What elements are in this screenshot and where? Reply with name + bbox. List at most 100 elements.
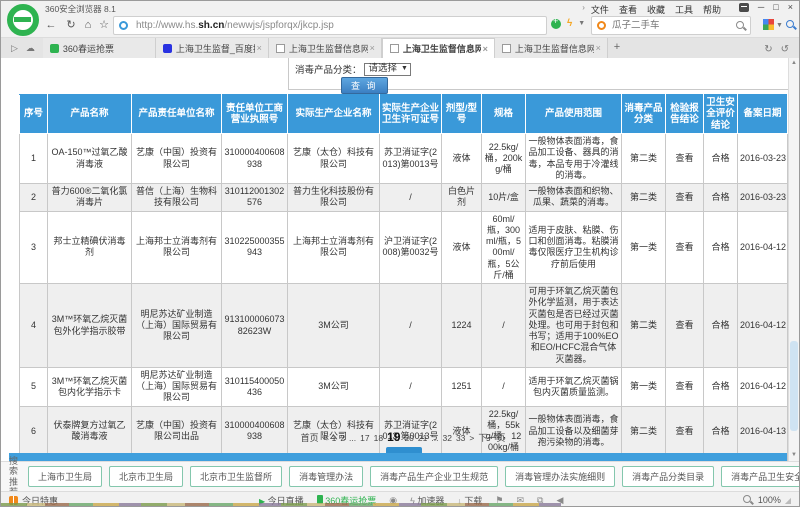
page-number[interactable]: 33 — [456, 433, 465, 443]
star-icon[interactable]: ☆ — [96, 17, 112, 33]
url-input[interactable]: http://www.hs.sh.cn/newwjs/jspforqx/jkcp… — [113, 16, 547, 35]
chevron-down-icon[interactable]: ▼ — [578, 20, 585, 27]
page-next-label[interactable]: 下一页 — [478, 433, 505, 443]
recommend-link[interactable]: 北京市卫生监督所 — [190, 466, 283, 487]
tab-close-icon[interactable]: × — [255, 43, 264, 53]
col-manufacturer: 实际生产企业名称 — [287, 93, 380, 135]
tab-label: 上海卫生监督信息网 — [402, 44, 481, 54]
cell-category: 第二类 — [621, 283, 666, 368]
search-input[interactable] — [612, 18, 727, 33]
scrollbar-thumb[interactable] — [790, 341, 798, 431]
minimize-button[interactable]: ─ — [758, 2, 764, 12]
recommend-link[interactable]: 消毒产品生产企业卫生规范 — [370, 466, 499, 487]
search-icon[interactable] — [735, 20, 747, 32]
recommend-link[interactable]: 消毒产品分类目录 — [622, 466, 715, 487]
new-tab-button[interactable]: + — [608, 38, 626, 58]
table-header-row: 序号 产品名称 产品责任单位名称 责任单位工商营业执照号 实际生产企业名称 实际生产企业卫… — [19, 93, 788, 135]
cell-form-model: 液体 — [441, 210, 482, 285]
page-number[interactable]: 21 — [418, 433, 427, 443]
tab-bar: ▷ ☁ 360春运抢票上海卫生监督_百度搜索×上海卫生监督信息网×上海卫生监督信… — [1, 38, 799, 58]
cell-hygiene-permit-no: / — [379, 366, 442, 407]
page-ellipsis: ... — [431, 433, 439, 443]
tabbar-left-tools: ▷ ☁ — [1, 43, 43, 58]
tab-close-icon[interactable]: × — [594, 43, 603, 53]
recommend-link[interactable]: 消毒管理办法 — [289, 466, 364, 487]
cell-report-link[interactable]: 查看 — [665, 366, 704, 407]
restore-tab-icon[interactable]: ↻ — [764, 44, 772, 55]
scroll-down-icon[interactable]: ▼ — [789, 450, 799, 461]
cell-product-name[interactable]: 3M™环氧乙烷灭菌包外化学指示胶带 — [47, 283, 132, 368]
maximize-button[interactable]: □ — [773, 2, 778, 12]
cell-product-name[interactable]: OA-150™过氧乙酸消毒液 — [47, 133, 132, 185]
page-number[interactable]: 2 — [340, 433, 345, 443]
home-icon[interactable]: ⌂ — [80, 17, 96, 33]
tab[interactable]: 上海卫生监督信息网 × — [494, 38, 608, 58]
page-prev[interactable]: < — [323, 433, 328, 443]
cell-usage-scope: 可用于环氧乙烷灭菌包外化学监测，用于表达灭菌包是否已经过灭菌处理。也可用于封包和… — [525, 283, 622, 368]
table-row: 2 普力600®二氧化氯消毒片 普信（上海）生物科技有限公司 310112001302… — [19, 183, 788, 212]
cell-responsible-unit: 上海邦士立消毒剂有限公司 — [131, 210, 222, 285]
browser-logo-icon[interactable] — [7, 4, 39, 36]
page-number[interactable]: 1 — [332, 433, 337, 443]
tab[interactable]: 360春运抢票 — [42, 38, 156, 58]
recommend-link[interactable]: 北京市卫生局 — [109, 466, 184, 487]
page-number[interactable]: 32 — [442, 433, 451, 443]
page-number[interactable]: 18 — [374, 433, 383, 443]
tab-label: 上海卫生监督信息网 — [514, 43, 594, 54]
collapse-icon[interactable]: ▷ — [11, 43, 18, 54]
cell-usage-scope: 适用于环氧乙烷灭菌锅包内灭菌质量监测。 — [525, 366, 622, 407]
cell-report-link[interactable]: 查看 — [665, 183, 704, 212]
refresh-icon[interactable]: ↻ — [63, 17, 79, 33]
cell-index: 5 — [19, 366, 48, 407]
lightning-icon[interactable]: ϟ — [567, 18, 572, 29]
apps-grid-icon[interactable] — [763, 19, 774, 30]
cell-product-name[interactable]: 普力600®二氧化氯消毒片 — [47, 183, 132, 212]
undo-close-icon[interactable]: ↺ — [781, 44, 789, 55]
query-button[interactable]: 查 询 — [341, 77, 388, 94]
zoom-control[interactable]: 100% ◢ — [742, 494, 791, 506]
cell-product-name[interactable]: 3M™环氧乙烷灭菌包内化学指示卡 — [47, 366, 132, 407]
cell-manufacturer: 上海邦士立消毒剂有限公司 — [287, 210, 380, 285]
recommend-link[interactable]: 消毒产品卫生安全评价规定 — [721, 466, 799, 487]
cell-report-link[interactable]: 查看 — [665, 133, 704, 185]
search-engine-icon[interactable] — [597, 21, 606, 30]
vertical-scrollbar[interactable]: ▲ ▼ — [788, 58, 799, 461]
speed-mode-icon[interactable] — [551, 16, 561, 29]
page-content: 消毒产品分类： 请选择 ▼ 查 询 序号 产品名称 产品责任单位名称 责任单位工商营业… — [1, 58, 799, 461]
tab[interactable]: 上海卫生监督_百度搜索× — [155, 38, 269, 58]
page-number[interactable]: 20 — [404, 433, 413, 443]
col-product-name: 产品名称 — [47, 93, 132, 135]
tab-close-icon[interactable]: × — [368, 43, 377, 53]
page-number[interactable]: 17 — [360, 433, 369, 443]
recommend-link[interactable]: 消毒管理办法实施细则 — [505, 466, 616, 487]
close-button[interactable]: × — [788, 2, 793, 12]
cloud-sync-icon[interactable]: ☁ — [26, 43, 35, 54]
category-select[interactable]: 请选择 ▼ — [363, 62, 411, 76]
recommend-link[interactable]: 上海市卫生局 — [28, 466, 103, 487]
cell-evaluation: 合格 — [703, 210, 738, 285]
tab[interactable]: 上海卫生监督信息网 × — [268, 38, 382, 58]
scroll-up-icon[interactable]: ▲ — [789, 58, 799, 69]
filter-row: 消毒产品分类： 请选择 ▼ — [295, 62, 411, 76]
cell-report-link[interactable]: 查看 — [665, 210, 704, 285]
cell-product-name[interactable]: 邦士立精碘伏消毒剂 — [47, 210, 132, 285]
back-icon[interactable]: ← — [43, 17, 59, 33]
tab-active[interactable]: 上海卫生监督信息网 × — [381, 38, 495, 58]
page-next[interactable]: > — [469, 433, 474, 443]
cell-hygiene-permit-no: / — [379, 183, 442, 212]
find-zoom-icon[interactable] — [785, 19, 797, 31]
col-usage-scope: 产品使用范围 — [525, 93, 622, 135]
cell-category: 第二类 — [621, 183, 666, 212]
resize-grip-icon: ◢ — [784, 495, 791, 505]
cell-category: 第一类 — [621, 366, 666, 407]
page-first[interactable]: 首页 — [301, 433, 319, 443]
tab-close-icon[interactable]: × — [481, 44, 490, 54]
cell-form-model: 白色片剂 — [441, 183, 482, 212]
cell-report-link[interactable]: 查看 — [665, 283, 704, 368]
cell-evaluation: 合格 — [703, 366, 738, 407]
cell-hygiene-permit-no: 苏卫消证字(2013)第0013号 — [379, 133, 442, 185]
cell-usage-scope: 一般物体表面消毒，食品加工设备、器具的消毒，本品专用于冷灌线的消毒。 — [525, 133, 622, 185]
toolbar-extra-icon[interactable] — [738, 2, 749, 12]
cell-index: 1 — [19, 133, 48, 185]
apps-caret-icon[interactable]: ▼ — [776, 22, 783, 29]
